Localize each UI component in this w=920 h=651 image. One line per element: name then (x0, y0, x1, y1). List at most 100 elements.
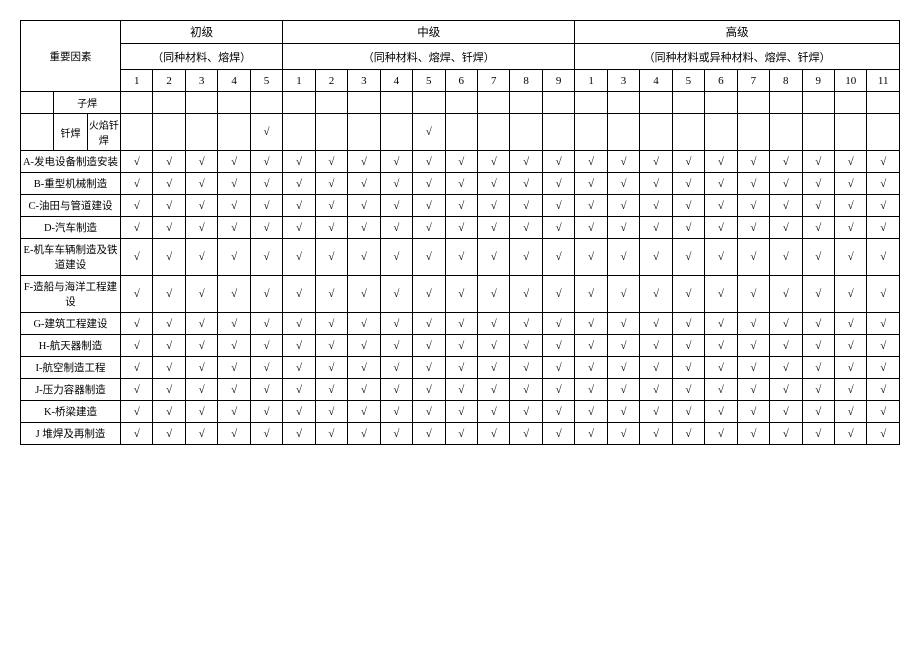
cell: √ (218, 173, 250, 195)
cell: √ (607, 357, 639, 379)
cell: √ (737, 379, 769, 401)
cell: √ (380, 239, 412, 276)
cell: √ (607, 379, 639, 401)
cell: √ (672, 401, 704, 423)
cell: √ (737, 313, 769, 335)
cell: √ (607, 195, 639, 217)
cell: √ (575, 313, 607, 335)
cell: √ (445, 357, 477, 379)
cell: √ (510, 239, 542, 276)
cell: √ (575, 151, 607, 173)
cell: √ (380, 401, 412, 423)
level-0-title: 初级 (121, 21, 283, 44)
cell: √ (121, 379, 153, 401)
cell: √ (477, 173, 509, 195)
cell: √ (445, 401, 477, 423)
cell: √ (348, 195, 380, 217)
huoyan-label: 火焰钎焊 (87, 114, 120, 151)
cell: √ (185, 217, 217, 239)
cell: √ (705, 173, 737, 195)
cell: √ (445, 173, 477, 195)
cell: √ (185, 313, 217, 335)
cell: √ (121, 357, 153, 379)
col-num: 2 (315, 70, 347, 92)
cell: √ (153, 195, 185, 217)
cell: √ (705, 357, 737, 379)
col-num: 6 (705, 70, 737, 92)
cell: √ (802, 423, 834, 445)
cell: √ (477, 313, 509, 335)
cell: √ (770, 239, 802, 276)
level-0-subtitle: （同种材料、熔焊） (121, 44, 283, 70)
cell: √ (640, 313, 672, 335)
table-body: 子焊 钎焊 火焰钎焊 √ √ (21, 92, 900, 445)
cell: √ (575, 335, 607, 357)
cell: √ (348, 276, 380, 313)
col-num: 9 (802, 70, 834, 92)
cell: √ (121, 239, 153, 276)
cell: √ (737, 335, 769, 357)
cell: √ (867, 401, 900, 423)
cell: √ (834, 151, 866, 173)
cell: √ (640, 335, 672, 357)
cell: √ (705, 217, 737, 239)
cell: √ (575, 401, 607, 423)
table-row: B-重型机械制造√√√√√√√√√√√√√√√√√√√√√√√√ (21, 173, 900, 195)
cell: √ (380, 217, 412, 239)
cell: √ (315, 357, 347, 379)
cell: √ (218, 239, 250, 276)
cell (802, 114, 834, 151)
cell: √ (445, 195, 477, 217)
cell: √ (705, 276, 737, 313)
cell: √ (867, 335, 900, 357)
cell: √ (413, 151, 445, 173)
cell: √ (218, 401, 250, 423)
cell: √ (348, 423, 380, 445)
cell: √ (640, 401, 672, 423)
cell: √ (185, 276, 217, 313)
cell (640, 114, 672, 151)
cell: √ (153, 335, 185, 357)
cell: √ (185, 357, 217, 379)
cell: √ (802, 151, 834, 173)
cell: √ (867, 313, 900, 335)
row-label: A-发电设备制造安装 (21, 151, 121, 173)
cell: √ (477, 379, 509, 401)
col-num: 3 (607, 70, 639, 92)
cell: √ (672, 379, 704, 401)
cell: √ (380, 276, 412, 313)
col-num: 8 (510, 70, 542, 92)
sub-row-qian: 钎焊 火焰钎焊 √ √ (21, 114, 900, 151)
cell: √ (250, 379, 282, 401)
cell: √ (348, 401, 380, 423)
cell: √ (640, 423, 672, 445)
cell: √ (413, 114, 445, 151)
cell (510, 114, 542, 151)
cell: √ (413, 313, 445, 335)
cell (607, 114, 639, 151)
row-label: G-建筑工程建设 (21, 313, 121, 335)
cell: √ (640, 379, 672, 401)
cell: √ (510, 401, 542, 423)
cell: √ (672, 195, 704, 217)
cell: √ (672, 313, 704, 335)
cell: √ (510, 173, 542, 195)
cell (737, 114, 769, 151)
cell: √ (218, 423, 250, 445)
cell: √ (510, 357, 542, 379)
cell: √ (705, 151, 737, 173)
cell: √ (250, 217, 282, 239)
cell: √ (380, 313, 412, 335)
cell: √ (770, 217, 802, 239)
cell: √ (510, 423, 542, 445)
cell: √ (283, 276, 315, 313)
cell: √ (607, 313, 639, 335)
col-num: 4 (640, 70, 672, 92)
cell: √ (802, 401, 834, 423)
cell: √ (705, 401, 737, 423)
cell: √ (283, 379, 315, 401)
cell: √ (380, 335, 412, 357)
cell: √ (542, 217, 574, 239)
cell: √ (283, 335, 315, 357)
cell: √ (510, 335, 542, 357)
